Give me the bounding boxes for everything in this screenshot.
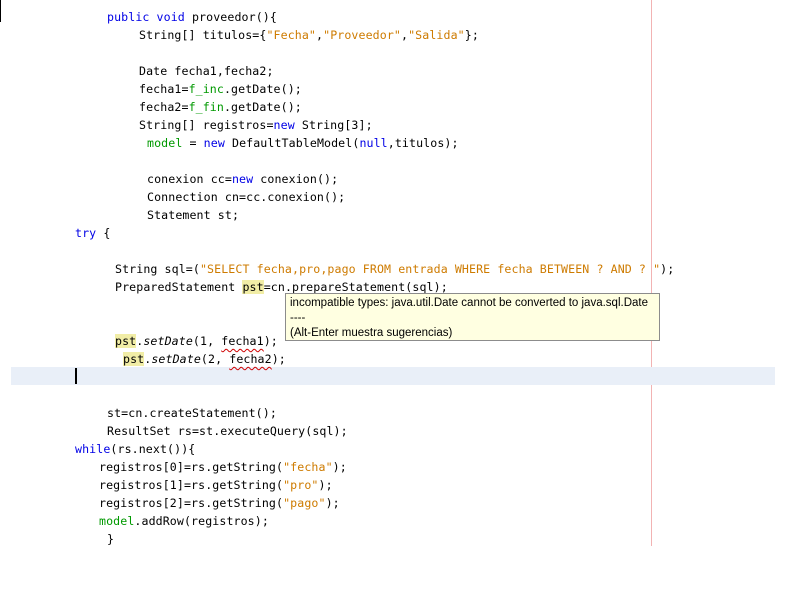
field-name: model: [147, 136, 183, 150]
code-text: fecha2=: [139, 100, 189, 114]
code-text: conexion();: [253, 172, 339, 186]
code-line-statement[interactable]: Statement st;: [147, 206, 239, 224]
method-name: setDate: [143, 334, 193, 348]
code-text: );: [660, 262, 675, 276]
string-literal: "Fecha": [266, 28, 317, 42]
text-caret: [75, 368, 77, 384]
code-text: registros[2]=rs.getString(: [99, 496, 284, 510]
error-tooltip: incompatible types: java.util.Date canno…: [285, 293, 660, 341]
keyword: new: [273, 118, 295, 132]
code-text: DefaultTableModel(: [224, 136, 360, 150]
code-line-add-row[interactable]: model.addRow(registros);: [99, 512, 269, 530]
code-text: );: [318, 478, 333, 492]
string-literal: "Salida": [408, 28, 465, 42]
code-text: .addRow(registros);: [134, 514, 269, 528]
error-token[interactable]: fecha1: [221, 334, 263, 348]
code-line-connection[interactable]: Connection cn=cc.conexion();: [147, 188, 345, 206]
code-text: (rs.next()){: [110, 442, 196, 456]
keyword: null: [359, 136, 388, 150]
code-text: (1,: [192, 334, 222, 348]
code-text: proveedor(){: [184, 10, 277, 24]
code-line-resultset[interactable]: ResultSet rs=st.executeQuery(sql);: [107, 422, 348, 440]
keyword: new: [203, 136, 225, 150]
occurrence-highlight: pst: [242, 280, 264, 294]
code-text: );: [325, 496, 340, 510]
field-name: model: [99, 514, 135, 528]
string-literal: "SELECT fecha,pro,pago FROM entrada WHER…: [199, 262, 661, 276]
code-editor[interactable]: public void proveedor(){ String[] titulo…: [0, 0, 802, 614]
code-text: =cn.prepareStatement(sql);: [263, 280, 448, 294]
code-text: );: [271, 352, 286, 366]
tooltip-hint: (Alt-Enter muestra sugerencias): [290, 327, 453, 339]
code-text: String[] registros=: [139, 118, 274, 132]
string-literal: "pro": [283, 478, 319, 492]
code-line-registros[interactable]: String[] registros=new String[3];: [139, 116, 373, 134]
occurrence-highlight: pst: [115, 334, 137, 348]
string-literal: "pago": [283, 496, 326, 510]
method-name: setDate: [151, 352, 201, 366]
code-line-registros-0[interactable]: registros[0]=rs.getString("fecha");: [99, 458, 347, 476]
keyword: while: [75, 442, 111, 456]
code-text: registros[1]=rs.getString(: [99, 478, 284, 492]
code-line-setdate-2[interactable]: pst.setDate(2, fecha2);: [123, 350, 286, 368]
code-line-conexion[interactable]: conexion cc=new conexion();: [147, 170, 338, 188]
code-line-fecha1[interactable]: fecha1=f_inc.getDate();: [139, 80, 302, 98]
gutter-edge: [0, 0, 1, 22]
code-line-sql[interactable]: String sql=("SELECT fecha,pro,pago FROM …: [115, 260, 674, 278]
current-line-highlight: [11, 367, 775, 385]
code-text: .getDate();: [223, 82, 302, 96]
code-line-date-decl[interactable]: Date fecha1,fecha2;: [139, 62, 274, 80]
code-line-method-signature[interactable]: public void proveedor(){: [107, 8, 277, 26]
code-text: String[3];: [294, 118, 373, 132]
code-text: (2,: [200, 352, 230, 366]
code-line-titulos[interactable]: String[] titulos={"Fecha","Proveedor","S…: [139, 26, 479, 44]
code-line-create-statement[interactable]: st=cn.createStatement();: [107, 404, 277, 422]
code-line-fecha2[interactable]: fecha2=f_fin.getDate();: [139, 98, 302, 116]
code-text: PreparedStatement: [115, 280, 243, 294]
tooltip-message: incompatible types: java.util.Date canno…: [290, 297, 648, 309]
keyword: try: [75, 226, 97, 240]
keyword: public void: [107, 10, 185, 24]
occurrence-highlight: pst: [123, 352, 145, 366]
code-text: fecha1=: [139, 82, 189, 96]
code-text: );: [263, 334, 278, 348]
code-text: =: [182, 136, 204, 150]
string-literal: "fecha": [283, 460, 333, 474]
tooltip-separator: ----: [290, 312, 306, 324]
code-line-while[interactable]: while(rs.next()){: [75, 440, 195, 458]
code-text: );: [332, 460, 347, 474]
field-name: f_inc: [188, 82, 224, 96]
code-text: String sql=(: [115, 262, 200, 276]
code-text: registros[0]=rs.getString(: [99, 460, 284, 474]
code-line-registros-2[interactable]: registros[2]=rs.getString("pago");: [99, 494, 340, 512]
code-line-model[interactable]: model = new DefaultTableModel(null,titul…: [147, 134, 459, 152]
code-line-registros-1[interactable]: registros[1]=rs.getString("pro");: [99, 476, 333, 494]
field-name: f_fin: [188, 100, 224, 114]
code-text: };: [464, 28, 479, 42]
keyword: new: [231, 172, 254, 186]
code-text: .getDate();: [223, 100, 302, 114]
string-literal: "Proveedor": [323, 28, 401, 42]
code-line-setdate-1[interactable]: pst.setDate(1, fecha1);: [115, 332, 278, 350]
code-text: ,titulos);: [387, 136, 459, 150]
code-line-try[interactable]: try {: [75, 224, 110, 242]
code-text: {: [96, 226, 111, 240]
code-line-closing-brace[interactable]: }: [107, 530, 114, 548]
code-text: conexion cc=: [147, 172, 232, 186]
code-text: String[] titulos={: [139, 28, 267, 42]
error-token[interactable]: fecha2: [229, 352, 271, 366]
